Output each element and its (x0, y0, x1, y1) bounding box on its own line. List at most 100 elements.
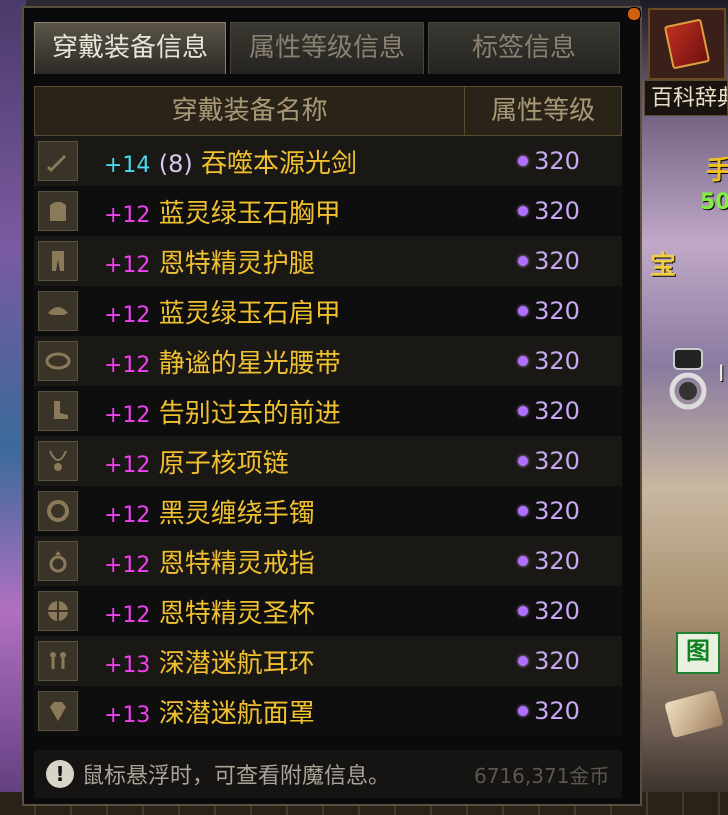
item-title: 告别过去的前进 (158, 398, 341, 429)
table-row[interactable]: +12 恩特精灵护腿 320 (34, 236, 622, 286)
purple-gem-icon (518, 206, 529, 216)
level-value: 320 (534, 647, 580, 675)
enhance-level: +12 (104, 402, 151, 428)
level-value: 320 (534, 147, 580, 175)
tab-attribute-level[interactable]: 属性等级信息 (230, 22, 424, 74)
info-icon: ! (46, 760, 74, 788)
amplify-count: (8) (158, 149, 193, 178)
purple-gem-icon (518, 606, 529, 616)
item-name: +12 恩特精灵戒指 (104, 543, 484, 580)
item-title: 深潜迷航耳环 (158, 648, 315, 679)
earring-icon (38, 641, 78, 681)
encyclopedia-label: 百科辞典 (644, 80, 728, 116)
equipment-table: 穿戴装备名称 属性等级 +14 (8) 吞噬本源光剑 320 +12 蓝灵绿玉石胸甲… (34, 86, 622, 736)
item-title: 静谧的星光腰带 (158, 348, 341, 379)
item-name: +12 恩特精灵圣杯 (104, 593, 484, 630)
enhance-level: +12 (104, 302, 151, 328)
item-name: +12 蓝灵绿玉石胸甲 (104, 193, 484, 230)
table-row[interactable]: +12 静谧的星光腰带 320 (34, 336, 622, 386)
chest-armor-icon (38, 191, 78, 231)
purple-gem-icon (518, 256, 529, 266)
purple-gem-icon (518, 656, 529, 666)
column-header-level: 属性等级 (491, 96, 596, 126)
level-value: 320 (534, 597, 580, 625)
item-name: +13 深潜迷航面罩 (104, 693, 484, 730)
item-title: 蓝灵绿玉石肩甲 (158, 298, 341, 329)
ring-item-icon[interactable] (660, 345, 716, 415)
purple-gem-icon (518, 156, 529, 166)
table-row[interactable]: +13 深潜迷航面罩 320 (34, 686, 622, 736)
attribute-level: 320 (484, 247, 614, 275)
background-text-fragment: 手 (706, 156, 728, 186)
table-row[interactable]: +13 深潜迷航耳环 320 (34, 636, 622, 686)
necklace-icon (38, 441, 78, 481)
enhance-level: +13 (104, 702, 151, 728)
hint-text: 鼠标悬浮时，可查看附魔信息。 (82, 764, 391, 789)
item-name: +12 恩特精灵护腿 (104, 243, 484, 280)
level-value: 320 (534, 197, 580, 225)
attribute-level: 320 (484, 397, 614, 425)
purple-gem-icon (518, 356, 529, 366)
tab-worn-equipment[interactable]: 穿戴装备信息 (34, 22, 226, 74)
equipment-info-panel: 穿戴装备信息 属性等级信息 标签信息 穿戴装备名称 属性等级 +14 (8) 吞… (22, 6, 642, 806)
table-row[interactable]: +12 蓝灵绿玉石肩甲 320 (34, 286, 622, 336)
item-name: +12 告别过去的前进 (104, 393, 484, 430)
ring-icon (38, 541, 78, 581)
attribute-level: 320 (484, 347, 614, 375)
gold-amount: 6716,371金币 (474, 764, 610, 788)
level-value: 320 (534, 447, 580, 475)
belt-icon (38, 341, 78, 381)
table-row[interactable]: +12 恩特精灵戒指 320 (34, 536, 622, 586)
purple-gem-icon (518, 406, 529, 416)
table-row[interactable]: +12 蓝灵绿玉石胸甲 320 (34, 186, 622, 236)
item-title: 吞噬本源光剑 (200, 148, 357, 179)
purple-gem-icon (518, 556, 529, 566)
item-name: +14 (8) 吞噬本源光剑 (104, 143, 484, 180)
item-title: 恩特精灵戒指 (158, 548, 315, 579)
level-value: 320 (534, 297, 580, 325)
attribute-level: 320 (484, 147, 614, 175)
attribute-level: 320 (484, 597, 614, 625)
background-text-fragment: 50 (700, 190, 728, 215)
close-icon[interactable] (627, 7, 641, 21)
footer-hint: ! 鼠标悬浮时，可查看附魔信息。 6716,371金币 (34, 750, 622, 798)
encyclopedia-button[interactable] (648, 8, 726, 80)
attribute-level: 320 (484, 647, 614, 675)
item-name: +12 原子核项链 (104, 443, 484, 480)
level-value: 320 (534, 497, 580, 525)
item-title: 恩特精灵圣杯 (158, 598, 315, 629)
item-title: 黑灵缠绕手镯 (158, 498, 315, 529)
tab-bar: 穿戴装备信息 属性等级信息 标签信息 (34, 22, 624, 78)
calendar-icon[interactable]: 图 (676, 632, 720, 674)
table-row[interactable]: +14 (8) 吞噬本源光剑 320 (34, 136, 622, 186)
purple-gem-icon (518, 306, 529, 316)
item-title: 原子核项链 (158, 448, 289, 479)
enhance-level: +12 (104, 602, 151, 628)
item-title: 恩特精灵护腿 (158, 248, 315, 279)
background-text-fragment: 宝 (650, 251, 677, 281)
enhance-level: +12 (104, 252, 151, 278)
table-row[interactable]: +12 恩特精灵圣杯 320 (34, 586, 622, 636)
sword-icon (38, 141, 78, 181)
attribute-level: 320 (484, 197, 614, 225)
enhance-level: +14 (104, 152, 151, 178)
tab-tags[interactable]: 标签信息 (428, 22, 620, 74)
level-value: 320 (534, 397, 580, 425)
leg-armor-icon (38, 241, 78, 281)
item-name: +13 深潜迷航耳环 (104, 643, 484, 680)
bracelet-icon (38, 491, 78, 531)
purple-gem-icon (518, 456, 529, 466)
enhance-level: +12 (104, 502, 151, 528)
attribute-level: 320 (484, 447, 614, 475)
table-row[interactable]: +12 原子核项链 320 (34, 436, 622, 486)
attribute-level: 320 (484, 547, 614, 575)
purple-gem-icon (518, 506, 529, 516)
background-text-fragment: I (718, 362, 725, 387)
table-row[interactable]: +12 黑灵缠绕手镯 320 (34, 486, 622, 536)
attribute-level: 320 (484, 697, 614, 725)
enhance-level: +13 (104, 652, 151, 678)
table-row[interactable]: +12 告别过去的前进 320 (34, 386, 622, 436)
level-value: 320 (534, 247, 580, 275)
attribute-level: 320 (484, 297, 614, 325)
equipment-rows: +14 (8) 吞噬本源光剑 320 +12 蓝灵绿玉石胸甲 320 +12 恩特精灵护… (34, 136, 622, 736)
